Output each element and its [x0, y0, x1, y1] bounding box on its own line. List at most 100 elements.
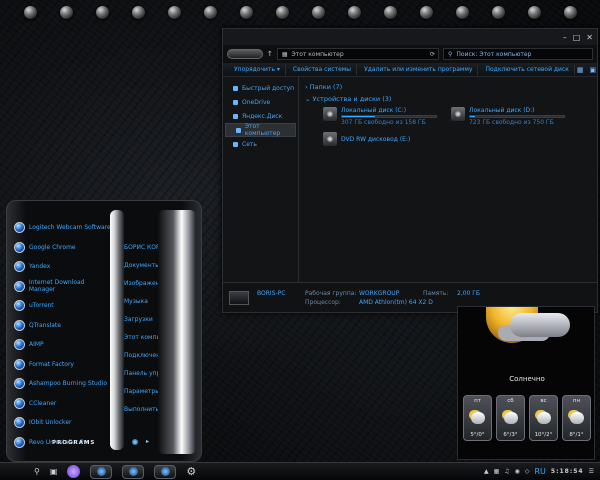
forecast-day-name: сб — [507, 398, 513, 404]
nav-yandex-disk[interactable]: Яндекс.Диск — [223, 109, 298, 123]
start-program-item[interactable]: IObit Unlocker — [14, 413, 112, 433]
workgroup-label: Рабочая группа: — [305, 290, 355, 297]
start-program-item[interactable]: Format Factory — [14, 355, 112, 375]
start-program-item[interactable]: Ashampoo Burning Studio — [14, 374, 112, 394]
notifications-icon[interactable]: ☰ — [589, 468, 594, 475]
app-tray-icon-2[interactable]: ◇ — [525, 468, 530, 475]
tray-expand-icon[interactable]: ▲ — [484, 468, 489, 475]
nav-label: Сеть — [242, 141, 257, 148]
partly-cloudy-icon — [537, 412, 551, 424]
nav-quick-access[interactable]: Быстрый доступ — [223, 81, 298, 95]
taskbar-app-2[interactable] — [122, 465, 144, 479]
drive-name: Локальный диск (C:) — [341, 107, 437, 114]
power-arrow-icon[interactable]: ▸ — [146, 438, 149, 445]
dock-app-icon[interactable] — [132, 6, 145, 19]
dock-app-icon[interactable] — [240, 6, 253, 19]
forecast-temps: 6°/3° — [503, 432, 517, 438]
drive-free-space: 307 ГБ свободно из 158 ГБ — [341, 119, 437, 126]
power-icon[interactable] — [132, 439, 138, 445]
clock[interactable]: 5:18:54 — [551, 468, 584, 475]
drive-usage-bar — [341, 115, 437, 118]
address-bar[interactable]: ▦ Этот компьютер ⟳ — [277, 48, 439, 60]
dock-app-icon[interactable] — [528, 6, 541, 19]
maximize-button[interactable]: □ — [573, 33, 581, 42]
taskbar-app-3[interactable] — [154, 465, 176, 479]
back-forward-buttons[interactable] — [227, 49, 263, 59]
start-program-item[interactable]: AIMP — [14, 335, 112, 355]
refresh-icon[interactable]: ⟳ — [430, 51, 438, 58]
start-program-item[interactable]: CCleaner — [14, 394, 112, 414]
uninstall-program-button[interactable]: Удалить или изменить программу — [359, 65, 478, 75]
dock-app-icon[interactable] — [564, 6, 577, 19]
forecast-temps: 5°/0° — [470, 432, 484, 438]
dock-app-icon[interactable] — [312, 6, 325, 19]
system-properties-button[interactable]: Свойства системы — [288, 65, 357, 75]
cloud-icon — [510, 313, 570, 337]
up-arrow-icon[interactable]: ↑ — [267, 50, 273, 58]
forecast-temps: 10°/2° — [535, 432, 553, 438]
program-orb-icon — [14, 261, 25, 272]
program-orb-icon — [14, 417, 25, 428]
dock-app-icon[interactable] — [348, 6, 361, 19]
drive-name: DVD RW дисковод (E:) — [341, 136, 410, 143]
dock-app-icon[interactable] — [384, 6, 397, 19]
folders-group-header[interactable]: › Папки (7) — [305, 83, 591, 91]
dock-app-icon[interactable] — [276, 6, 289, 19]
drive-d[interactable]: Локальный диск (D:) 723 ГБ свободно из 7… — [451, 107, 569, 126]
preview-pane-icon[interactable]: ▣ — [590, 66, 597, 74]
dock-app-icon[interactable] — [168, 6, 181, 19]
start-program-item[interactable]: uTorrent — [14, 296, 112, 316]
close-button[interactable]: ✕ — [586, 33, 593, 42]
start-program-item[interactable]: Internet Download Manager — [14, 277, 112, 297]
explorer-window[interactable]: – □ ✕ ↑ ▦ Этот компьютер ⟳ ⚲ Поиск: Этот… — [222, 28, 598, 313]
dock-app-icon[interactable] — [96, 6, 109, 19]
navigation-pane: Быстрый доступ OneDrive Яндекс.Диск Этот… — [223, 77, 299, 282]
cortana-icon[interactable] — [67, 465, 80, 478]
dock-app-icon[interactable] — [492, 6, 505, 19]
dock-app-icon[interactable] — [420, 6, 433, 19]
partly-cloudy-icon — [471, 412, 485, 424]
start-program-item[interactable]: Yandex — [14, 257, 112, 277]
nav-label: Быстрый доступ — [242, 85, 294, 92]
start-program-item[interactable]: Logitech Webcam Software — [14, 218, 112, 238]
start-program-item[interactable]: QTranslate — [14, 316, 112, 336]
gear-icon[interactable]: ⚙ — [186, 465, 196, 478]
language-indicator[interactable]: RU — [535, 467, 546, 476]
start-program-item[interactable]: Google Chrome — [14, 238, 112, 258]
program-label: CCleaner — [29, 400, 56, 407]
dvd-drive-icon — [323, 132, 337, 146]
taskbar-app-1[interactable] — [90, 465, 112, 479]
organize-button[interactable]: Упорядочить ▾ — [229, 65, 286, 75]
workgroup-value: WORKGROUP — [359, 290, 419, 297]
all-programs-button[interactable]: PROGRAMS — [52, 440, 95, 446]
devices-group-header[interactable]: ⌄ Устройства и диски (3) — [305, 95, 591, 103]
dock-app-icon[interactable] — [204, 6, 217, 19]
dock-app-icon[interactable] — [456, 6, 469, 19]
memory-label: Память: — [423, 290, 453, 297]
dock-app-icon[interactable] — [24, 6, 37, 19]
search-input[interactable]: ⚲ Поиск: Этот компьютер — [443, 48, 593, 60]
program-label: IObit Unlocker — [29, 419, 71, 426]
hard-drive-icon — [451, 107, 465, 121]
forecast-day: пн8°/1° — [562, 395, 591, 441]
search-icon[interactable]: ⚲ — [34, 467, 40, 476]
program-label: Format Factory — [29, 361, 74, 368]
minimize-button[interactable]: – — [563, 33, 567, 42]
nav-onedrive[interactable]: OneDrive — [223, 95, 298, 109]
forecast-day: пт5°/0° — [463, 395, 492, 441]
title-bar[interactable]: – □ ✕ — [223, 29, 597, 45]
map-network-drive-button[interactable]: Подключить сетевой диск — [480, 65, 574, 75]
app-tray-icon[interactable]: ◉ — [515, 468, 520, 475]
view-options-icon[interactable]: ▦ — [577, 66, 584, 74]
weather-gadget[interactable]: Солнечно пт5°/0°сб6°/3°вс10°/2°пн8°/1° — [457, 306, 595, 460]
drive-dvd[interactable]: DVD RW дисковод (E:) — [305, 132, 591, 146]
volume-icon[interactable]: ♫ — [504, 468, 509, 475]
nav-this-pc[interactable]: Этот компьютер — [225, 123, 296, 137]
nav-network[interactable]: Сеть — [223, 137, 298, 151]
network-tray-icon[interactable]: ▦ — [494, 468, 500, 475]
programs-list: Logitech Webcam SoftwareGoogle ChromeYan… — [14, 218, 112, 452]
computer-icon: ▦ — [282, 51, 288, 58]
task-view-icon[interactable]: ▣ — [50, 467, 58, 476]
drive-c[interactable]: Локальный диск (C:) 307 ГБ свободно из 1… — [323, 107, 441, 126]
dock-app-icon[interactable] — [60, 6, 73, 19]
